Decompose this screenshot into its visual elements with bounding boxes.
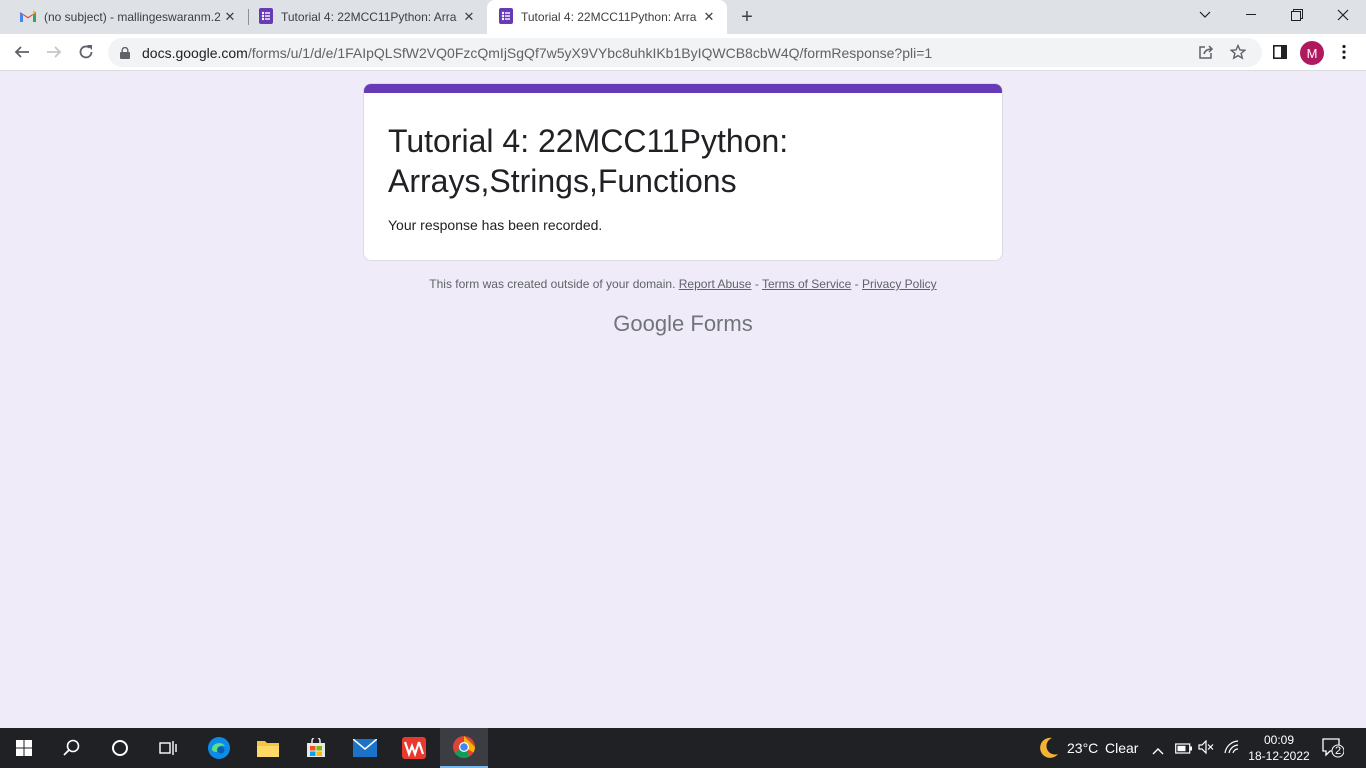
tab-search-icon[interactable] <box>1182 0 1228 30</box>
form-confirmation-card: Tutorial 4: 22MCC11Python: Arrays,String… <box>363 83 1003 261</box>
bookmark-star-icon[interactable] <box>1229 43 1247 65</box>
close-icon[interactable]: ✕ <box>222 9 238 25</box>
new-tab-button[interactable]: + <box>736 6 758 28</box>
google-forms-icon <box>499 7 513 27</box>
profile-avatar[interactable]: M <box>1300 41 1324 65</box>
forms-wordmark: Forms <box>690 311 753 336</box>
confirmation-message: Your response has been recorded. <box>388 217 603 233</box>
google-forms-logo[interactable]: Google Forms <box>363 311 1003 337</box>
task-view-icon[interactable] <box>144 728 192 768</box>
weather-temperature[interactable]: 23°C <box>1067 740 1098 756</box>
browser-toolbar: docs.google.com/forms/u/1/d/e/1FAIpQLSfW… <box>0 34 1366 71</box>
tab-gmail[interactable]: (no subject) - mallingeswaranm.2 ✕ <box>0 0 248 34</box>
reload-icon[interactable] <box>72 38 100 66</box>
lock-icon[interactable] <box>120 46 130 64</box>
battery-icon[interactable] <box>1175 741 1193 759</box>
restore-button[interactable] <box>1274 0 1320 30</box>
tab-title: Tutorial 4: 22MCC11Python: Arra <box>281 10 457 24</box>
edge-icon[interactable] <box>195 728 243 768</box>
notification-count: 2 <box>1335 745 1342 757</box>
form-accent-bar <box>364 84 1002 93</box>
terms-of-service-link[interactable]: Terms of Service <box>762 277 851 291</box>
more-menu-icon[interactable] <box>1330 38 1358 66</box>
domain-notice: This form was created outside of your do… <box>429 277 676 291</box>
url-host: docs.google.com <box>142 45 248 61</box>
share-icon[interactable] <box>1198 44 1214 65</box>
url-text: docs.google.com/forms/u/1/d/e/1FAIpQLSfW… <box>142 45 932 61</box>
tab-forms-1[interactable]: Tutorial 4: 22MCC11Python: Arra ✕ <box>249 0 487 34</box>
address-bar[interactable]: docs.google.com/forms/u/1/d/e/1FAIpQLSfW… <box>108 38 1262 67</box>
mail-icon[interactable] <box>341 728 389 768</box>
microsoft-store-icon[interactable] <box>292 728 340 768</box>
minimize-button[interactable] <box>1228 0 1274 30</box>
system-clock[interactable]: 00:09 18-12-2022 <box>1244 732 1314 764</box>
clock-date: 18-12-2022 <box>1248 749 1310 763</box>
url-path: /forms/u/1/d/e/1FAIpQLSfW2VQ0FzcQmIjSgQf… <box>247 45 933 61</box>
tab-forms-active[interactable]: Tutorial 4: 22MCC11Python: Arra ✕ <box>487 0 727 34</box>
weather-condition[interactable]: Clear <box>1105 740 1138 756</box>
google-wordmark: Google <box>613 311 685 336</box>
privacy-policy-link[interactable]: Privacy Policy <box>862 277 937 291</box>
side-panel-icon[interactable] <box>1266 38 1294 66</box>
search-icon[interactable] <box>48 728 96 768</box>
wps-office-icon[interactable] <box>390 728 438 768</box>
gmail-icon <box>20 9 36 25</box>
windows-taskbar: 23°C Clear 2 <box>0 728 1366 768</box>
close-window-button[interactable] <box>1320 0 1366 30</box>
form-footer: This form was created outside of your do… <box>363 277 1003 291</box>
speaker-muted-icon[interactable] <box>1198 739 1214 759</box>
chrome-taskbar-icon[interactable] <box>440 728 488 768</box>
file-explorer-icon[interactable] <box>244 728 292 768</box>
windows-start-icon[interactable] <box>0 728 48 768</box>
report-abuse-link[interactable]: Report Abuse <box>679 277 752 291</box>
forward-icon[interactable] <box>40 38 68 66</box>
tab-title: (no subject) - mallingeswaranm.2 <box>44 10 221 24</box>
wifi-icon[interactable] <box>1224 740 1240 759</box>
chevron-up-icon[interactable] <box>1152 742 1164 760</box>
clock-time: 00:09 <box>1263 733 1295 747</box>
moon-weather-icon[interactable] <box>1036 736 1060 765</box>
close-icon[interactable]: ✕ <box>701 9 717 25</box>
footer-separator: - <box>754 277 759 291</box>
back-icon[interactable] <box>8 38 36 66</box>
google-forms-icon <box>259 7 273 27</box>
tab-title: Tutorial 4: 22MCC11Python: Arra <box>521 10 697 24</box>
footer-separator: - <box>854 277 859 291</box>
form-title: Tutorial 4: 22MCC11Python: Arrays,String… <box>388 123 789 199</box>
close-icon[interactable]: ✕ <box>461 9 477 25</box>
tab-strip: (no subject) - mallingeswaranm.2 ✕ Tutor… <box>0 0 1366 34</box>
cortana-icon[interactable] <box>96 728 144 768</box>
